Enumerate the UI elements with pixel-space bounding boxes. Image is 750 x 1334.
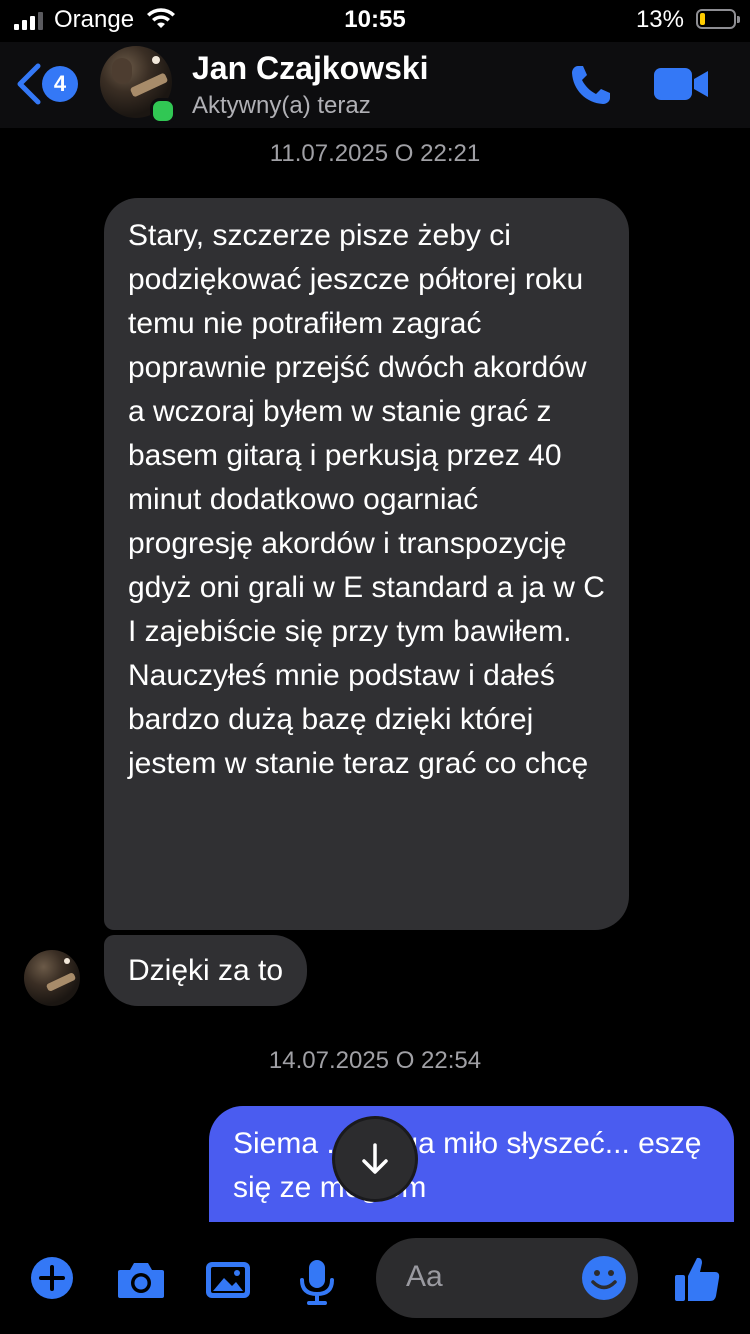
- back-button[interactable]: 4: [14, 62, 84, 106]
- chevron-left-icon: [17, 63, 41, 105]
- status-bar: Orange 10:55 13%: [0, 0, 750, 42]
- thumbs-up-icon: [675, 1257, 720, 1301]
- voice-message-button[interactable]: [298, 1258, 336, 1311]
- incoming-message[interactable]: Dzięki za to: [104, 935, 308, 1006]
- like-button[interactable]: [672, 1254, 722, 1309]
- message-input-placeholder: Aa: [406, 1260, 443, 1293]
- video-camera-icon: [654, 68, 708, 100]
- emoji-icon: [582, 1256, 626, 1300]
- video-call-button[interactable]: [652, 64, 710, 104]
- battery-percent: 13%: [635, 6, 684, 33]
- microphone-icon: [300, 1260, 334, 1305]
- contact-status: Aktywny(a) teraz: [192, 92, 371, 119]
- plus-icon: [31, 1257, 73, 1299]
- camera-button[interactable]: [116, 1260, 166, 1305]
- message-input[interactable]: Aa: [376, 1238, 638, 1318]
- message-timestamp: 11.07.2025 O 22:21: [269, 140, 481, 167]
- sender-avatar[interactable]: [24, 950, 80, 1006]
- gallery-button[interactable]: [204, 1260, 252, 1305]
- online-indicator: [150, 98, 176, 124]
- plus-button[interactable]: [30, 1256, 74, 1305]
- image-icon: [206, 1262, 250, 1298]
- incoming-message[interactable]: Stary, szczerze pisze żeby ci podziękowa…: [104, 198, 629, 930]
- contact-name[interactable]: Jan Czajkowski: [192, 50, 429, 87]
- message-composer: Aa: [0, 1222, 750, 1334]
- chat-header: 4 Jan Czajkowski Aktywny(a) teraz: [0, 42, 750, 128]
- battery-icon: [696, 9, 740, 29]
- message-timestamp: 14.07.2025 O 22:54: [268, 1047, 482, 1074]
- unread-badge: 4: [42, 66, 78, 102]
- camera-icon: [118, 1263, 164, 1298]
- emoji-button[interactable]: [580, 1254, 628, 1302]
- phone-icon: [572, 66, 610, 104]
- scroll-to-bottom-button[interactable]: [335, 1119, 415, 1199]
- arrow-down-icon: [362, 1143, 388, 1174]
- voice-call-button[interactable]: [566, 60, 616, 110]
